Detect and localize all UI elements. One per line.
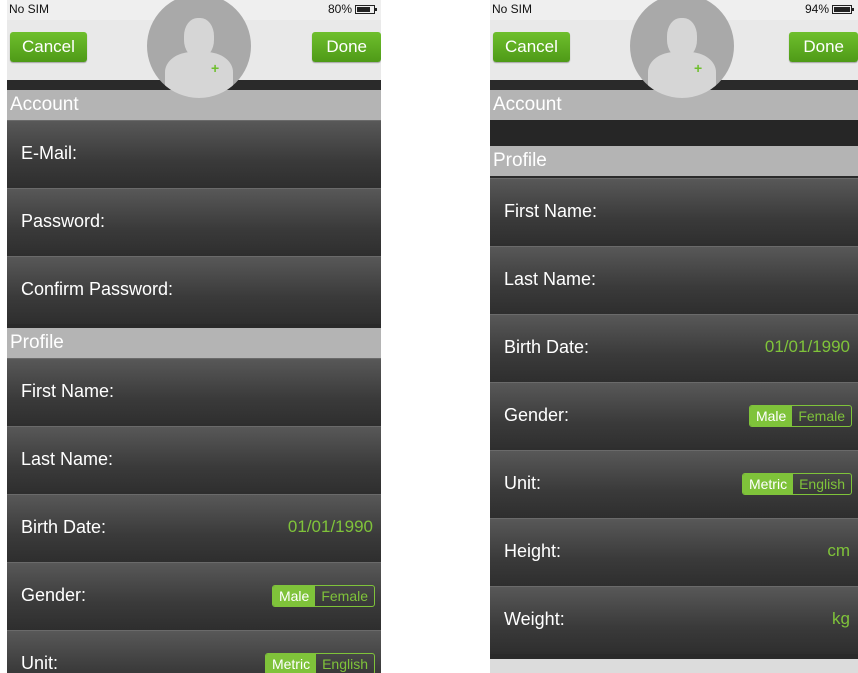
cancel-button[interactable]: Cancel xyxy=(10,32,87,62)
gender-row: Gender: Male Female xyxy=(7,562,381,630)
add-photo-icon: + xyxy=(211,60,220,76)
battery-icon xyxy=(355,4,377,14)
birth-date-label: Birth Date: xyxy=(504,337,590,357)
email-field[interactable]: E-Mail: xyxy=(7,120,381,188)
unit-row: Unit: Metric English xyxy=(7,630,381,673)
avatar-body-shape xyxy=(648,52,716,98)
battery-percent: 80% xyxy=(327,2,352,16)
avatar-picker[interactable]: + xyxy=(147,0,251,98)
unit-english-option[interactable]: English xyxy=(316,654,374,673)
birth-date-label: Birth Date: xyxy=(21,517,107,537)
battery-indicator: 94% xyxy=(804,2,854,16)
height-unit: cm xyxy=(827,541,850,560)
first-name-field[interactable]: First Name: xyxy=(7,358,381,426)
avatar-picker[interactable]: + xyxy=(630,0,734,98)
unit-label: Unit: xyxy=(504,473,542,493)
gender-female-option[interactable]: Female xyxy=(315,586,374,606)
last-name-field[interactable]: Last Name: xyxy=(7,426,381,494)
gender-male-option[interactable]: Male xyxy=(272,586,316,606)
section-profile: Profile xyxy=(7,328,381,358)
birth-date-field[interactable]: Birth Date: 01/01/1990 xyxy=(7,494,381,562)
unit-english-option[interactable]: English xyxy=(793,474,851,494)
birth-date-field[interactable]: Birth Date: 01/01/1990 xyxy=(490,314,858,382)
gender-label: Gender: xyxy=(504,405,570,425)
avatar-body-shape xyxy=(165,52,233,98)
weight-label: Weight: xyxy=(504,609,565,629)
confirm-password-label: Confirm Password: xyxy=(21,279,174,299)
unit-segmented-control[interactable]: Metric English xyxy=(741,473,852,495)
confirm-password-field[interactable]: Confirm Password: xyxy=(7,256,381,324)
unit-metric-option[interactable]: Metric xyxy=(265,654,317,673)
last-name-field[interactable]: Last Name: xyxy=(490,246,858,314)
unit-row: Unit: Metric English xyxy=(490,450,858,518)
first-name-label: First Name: xyxy=(21,381,115,401)
first-name-field[interactable]: First Name: xyxy=(490,178,858,246)
birth-date-value: 01/01/1990 xyxy=(287,517,373,536)
phone-screen-left: No SIM 11:30 80% Cancel Done + Account E… xyxy=(7,0,381,673)
weight-unit: kg xyxy=(832,609,850,628)
unit-metric-option[interactable]: Metric xyxy=(742,474,794,494)
last-name-label: Last Name: xyxy=(21,449,114,469)
last-name-label: Last Name: xyxy=(504,269,597,289)
gender-row: Gender: Male Female xyxy=(490,382,858,450)
gender-female-option[interactable]: Female xyxy=(792,406,851,426)
section-profile: Profile xyxy=(490,146,858,176)
password-label: Password: xyxy=(21,211,106,231)
email-label: E-Mail: xyxy=(21,143,78,163)
phone-screen-right: No SIM 15:05 94% Cancel Done + Account P… xyxy=(490,0,858,673)
done-button[interactable]: Done xyxy=(312,32,381,62)
first-name-label: First Name: xyxy=(504,201,598,221)
height-label: Height: xyxy=(504,541,562,561)
birth-date-value: 01/01/1990 xyxy=(764,337,850,356)
password-field[interactable]: Password: xyxy=(7,188,381,256)
battery-icon xyxy=(832,4,854,14)
gender-segmented-control[interactable]: Male Female xyxy=(271,585,375,607)
battery-percent: 94% xyxy=(804,2,829,16)
unit-segmented-control[interactable]: Metric English xyxy=(264,653,375,673)
gender-segmented-control[interactable]: Male Female xyxy=(748,405,852,427)
height-field[interactable]: Height: cm xyxy=(490,518,858,586)
gender-label: Gender: xyxy=(21,585,87,605)
add-photo-icon: + xyxy=(694,60,703,76)
cancel-button[interactable]: Cancel xyxy=(493,32,570,62)
done-button[interactable]: Done xyxy=(789,32,858,62)
weight-field[interactable]: Weight: kg xyxy=(490,586,858,654)
unit-label: Unit: xyxy=(21,653,59,673)
gender-male-option[interactable]: Male xyxy=(749,406,793,426)
battery-indicator: 80% xyxy=(327,2,377,16)
bottom-toolbar xyxy=(490,659,858,673)
account-collapsed-band xyxy=(490,120,858,146)
